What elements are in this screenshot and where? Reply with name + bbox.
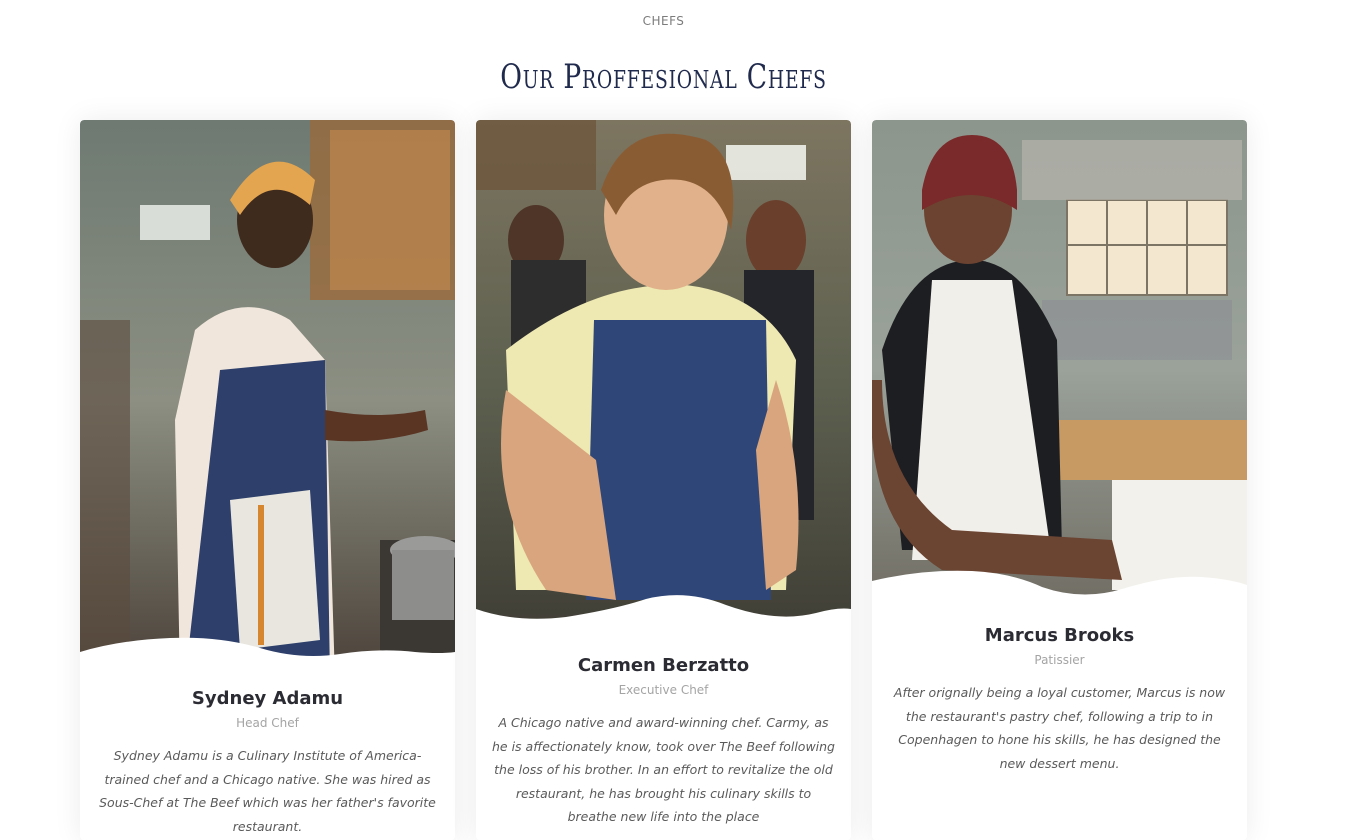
card-wave (476, 595, 851, 649)
chef-name: Marcus Brooks (984, 625, 1135, 646)
chef-photo-marcus (872, 120, 1247, 619)
chef-card-marcus[interactable]: Marcus Brooks Patissier After orignally … (872, 120, 1247, 840)
chef-photo-carmen (476, 120, 851, 649)
chef-name: Sydney Adamu (191, 688, 344, 709)
page-title: Our Proffesional Chefs (500, 56, 827, 97)
chef-role: Head Chef (236, 716, 299, 730)
chef-photo (476, 120, 851, 649)
chef-photo (872, 120, 1247, 619)
card-wave (872, 570, 1247, 619)
card-wave (80, 637, 455, 682)
chef-card-sydney[interactable]: Sydney Adamu Head Chef Sydney Adamu is a… (80, 120, 455, 840)
chef-photo (80, 120, 455, 682)
chef-name: Carmen Berzatto (577, 655, 750, 676)
chef-bio: Sydney Adamu is a Culinary Institute of … (99, 748, 436, 834)
chef-role: Executive Chef (618, 683, 709, 697)
chef-bio: After orignally being a loyal customer, … (893, 685, 1226, 771)
chef-photo-sydney (80, 120, 455, 682)
chef-role: Patissier (1034, 653, 1085, 667)
chef-card-carmen[interactable]: Carmen Berzatto Executive Chef A Chicago… (476, 120, 851, 840)
chef-bio: A Chicago native and award-winning chef.… (491, 715, 835, 824)
section-eyebrow: CHEFS (642, 14, 685, 28)
